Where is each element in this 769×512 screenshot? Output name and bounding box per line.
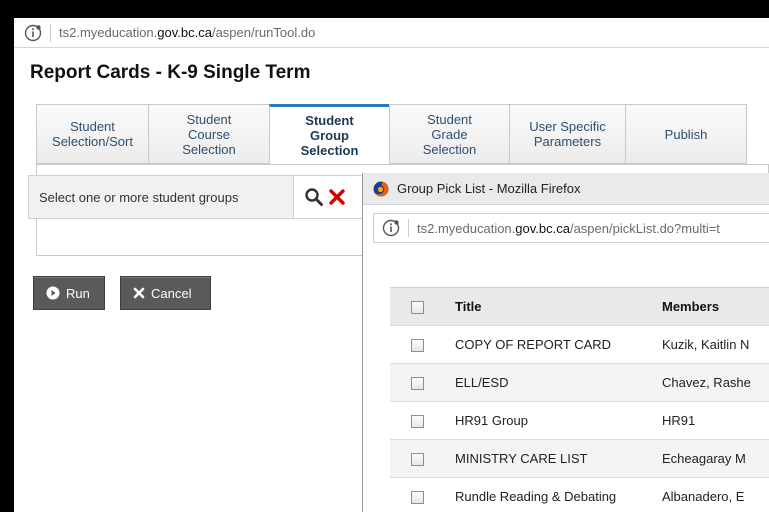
row-checkbox[interactable]: [410, 453, 424, 467]
tab-publish[interactable]: Publish: [625, 104, 747, 164]
tab-student-selection-sort[interactable]: Student Selection/Sort: [36, 104, 148, 164]
row-check-cell: [390, 363, 444, 402]
table-row[interactable]: ELL/ESD Chavez, Rashe: [390, 363, 769, 402]
column-header-title[interactable]: Title: [444, 287, 660, 326]
popup-url-text[interactable]: ts2.myeducation.gov.bc.ca/aspen/pickList…: [417, 221, 720, 236]
table-row[interactable]: MINISTRY CARE LIST Echeagaray M: [390, 439, 769, 478]
popup-titlebar[interactable]: Group Pick List - Mozilla Firefox: [363, 173, 769, 205]
url-text[interactable]: ts2.myeducation.gov.bc.ca/aspen/runTool.…: [59, 25, 315, 40]
cancel-button-label: Cancel: [151, 285, 192, 301]
play-circle-icon: [46, 286, 60, 300]
run-button-label: Run: [66, 285, 90, 301]
firefox-icon: [373, 181, 389, 197]
close-icon: [133, 287, 145, 299]
tab-strip: Student Selection/Sort Student Course Se…: [36, 104, 747, 164]
address-bar[interactable]: ts2.myeducation.gov.bc.ca/aspen/runTool.…: [14, 18, 769, 48]
row-title[interactable]: HR91 Group: [444, 401, 660, 440]
cancel-button[interactable]: Cancel: [120, 276, 211, 310]
row-check-cell: [390, 401, 444, 440]
row-members: Kuzik, Kaitlin N: [660, 325, 769, 364]
row-members: Echeagaray M: [660, 439, 769, 478]
table-row[interactable]: HR91 Group HR91: [390, 401, 769, 440]
popup-title: Group Pick List - Mozilla Firefox: [397, 181, 581, 196]
tab-student-grade-selection[interactable]: Student Grade Selection: [389, 104, 509, 164]
run-button[interactable]: Run: [33, 276, 105, 310]
row-checkbox[interactable]: [410, 491, 424, 505]
row-title[interactable]: Rundle Reading & Debating: [444, 477, 660, 512]
row-checkbox[interactable]: [410, 415, 424, 429]
row-members: Chavez, Rashe: [660, 363, 769, 402]
table-row[interactable]: Rundle Reading & Debating Albanadero, E: [390, 477, 769, 512]
group-pick-list-window: Group Pick List - Mozilla Firefox ts2.my…: [362, 173, 769, 512]
url-separator: [408, 219, 409, 237]
search-icon[interactable]: [304, 187, 324, 207]
row-check-cell: [390, 439, 444, 478]
select-all-checkbox[interactable]: [410, 301, 424, 315]
site-info-icon[interactable]: [382, 219, 400, 237]
site-info-icon[interactable]: [24, 24, 42, 42]
row-checkbox[interactable]: [410, 377, 424, 391]
clear-icon[interactable]: [328, 188, 346, 206]
row-check-cell: [390, 325, 444, 364]
table-header-row: Title Members: [390, 287, 769, 326]
picker-tools: [293, 176, 369, 218]
select-all-cell: [390, 287, 444, 326]
row-title[interactable]: MINISTRY CARE LIST: [444, 439, 660, 478]
select-groups-label: Select one or more student groups: [39, 189, 239, 205]
tab-student-group-selection[interactable]: Student Group Selection: [269, 104, 389, 164]
row-checkbox[interactable]: [410, 339, 424, 353]
column-header-members[interactable]: Members: [660, 287, 769, 326]
tab-user-specific-parameters[interactable]: User Specific Parameters: [509, 104, 625, 164]
tab-student-course-selection[interactable]: Student Course Selection: [148, 104, 269, 164]
row-members: Albanadero, E: [660, 477, 769, 512]
row-members: HR91: [660, 401, 769, 440]
page-title: Report Cards - K-9 Single Term: [30, 62, 311, 83]
row-title[interactable]: ELL/ESD: [444, 363, 660, 402]
table-row[interactable]: COPY OF REPORT CARD Kuzik, Kaitlin N: [390, 325, 769, 364]
student-group-picker: Select one or more student groups: [28, 175, 370, 219]
row-title[interactable]: COPY OF REPORT CARD: [444, 325, 660, 364]
row-check-cell: [390, 477, 444, 512]
group-pick-table: Title Members COPY OF REPORT CARD Kuzik,…: [390, 287, 769, 512]
url-separator: [50, 23, 51, 42]
popup-address-bar[interactable]: ts2.myeducation.gov.bc.ca/aspen/pickList…: [373, 213, 769, 243]
